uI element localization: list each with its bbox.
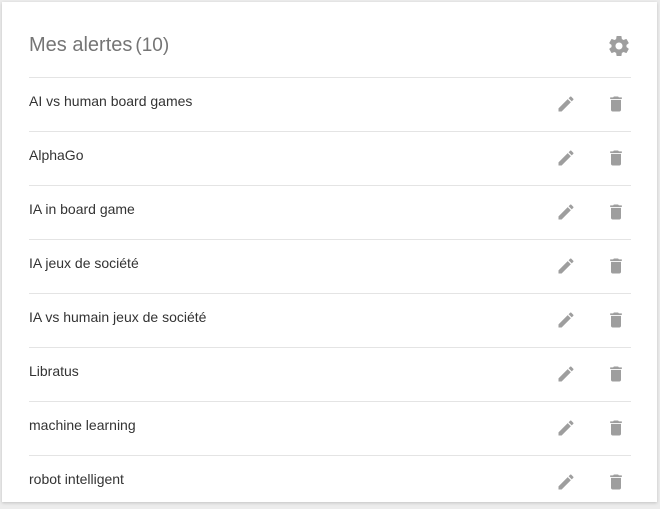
trash-icon bbox=[610, 96, 622, 112]
delete-button[interactable] bbox=[606, 202, 626, 222]
delete-button[interactable] bbox=[606, 310, 626, 330]
title-text: Mes alertes bbox=[29, 34, 133, 56]
trash-icon bbox=[610, 150, 622, 166]
alert-label[interactable]: IA vs humain jeux de société bbox=[29, 309, 206, 325]
delete-button[interactable] bbox=[606, 256, 626, 276]
alert-label[interactable]: Libratus bbox=[29, 363, 79, 379]
pencil-icon bbox=[558, 258, 574, 274]
alert-row: AI vs human board games bbox=[29, 77, 631, 131]
alert-label[interactable]: robot intelligent bbox=[29, 471, 124, 487]
alert-row: machine learning bbox=[29, 401, 631, 455]
gear-icon bbox=[609, 36, 629, 56]
delete-button[interactable] bbox=[606, 364, 626, 384]
settings-button[interactable] bbox=[607, 34, 631, 58]
pencil-icon bbox=[558, 96, 574, 112]
alert-row: AlphaGo bbox=[29, 131, 631, 185]
alert-row: Libratus bbox=[29, 347, 631, 401]
edit-button[interactable] bbox=[556, 202, 576, 222]
edit-button[interactable] bbox=[556, 94, 576, 114]
pencil-icon bbox=[558, 312, 574, 328]
alerts-list: AI vs human board games AlphaGo IA in bo… bbox=[29, 77, 631, 509]
alert-label[interactable]: AI vs human board games bbox=[29, 93, 192, 109]
alert-row: IA in board game bbox=[29, 185, 631, 239]
delete-button[interactable] bbox=[606, 94, 626, 114]
alert-row: robot intelligent bbox=[29, 455, 631, 509]
alerts-header: Mes alertes (10) bbox=[29, 24, 631, 76]
alert-row: IA jeux de société bbox=[29, 239, 631, 293]
alert-label[interactable]: AlphaGo bbox=[29, 147, 83, 163]
pencil-icon bbox=[558, 366, 574, 382]
alert-label[interactable]: IA in board game bbox=[29, 201, 135, 217]
alert-count: (10) bbox=[135, 35, 170, 56]
alert-label[interactable]: IA jeux de société bbox=[29, 255, 139, 271]
alert-label[interactable]: machine learning bbox=[29, 417, 136, 433]
trash-icon bbox=[610, 420, 622, 436]
edit-button[interactable] bbox=[556, 148, 576, 168]
edit-button[interactable] bbox=[556, 418, 576, 438]
pencil-icon bbox=[558, 150, 574, 166]
trash-icon bbox=[610, 258, 622, 274]
trash-icon bbox=[610, 312, 622, 328]
delete-button[interactable] bbox=[606, 148, 626, 168]
delete-button[interactable] bbox=[606, 418, 626, 438]
pencil-icon bbox=[558, 204, 574, 220]
alerts-card: Mes alertes (10) AI vs human board games … bbox=[2, 2, 657, 502]
trash-icon bbox=[610, 204, 622, 220]
trash-icon bbox=[610, 366, 622, 382]
page-title: Mes alertes (10) bbox=[29, 34, 169, 57]
edit-button[interactable] bbox=[556, 364, 576, 384]
edit-button[interactable] bbox=[556, 472, 576, 492]
trash-icon bbox=[610, 474, 622, 490]
pencil-icon bbox=[558, 420, 574, 436]
edit-button[interactable] bbox=[556, 310, 576, 330]
alert-row: IA vs humain jeux de société bbox=[29, 293, 631, 347]
pencil-icon bbox=[558, 474, 574, 490]
delete-button[interactable] bbox=[606, 472, 626, 492]
edit-button[interactable] bbox=[556, 256, 576, 276]
